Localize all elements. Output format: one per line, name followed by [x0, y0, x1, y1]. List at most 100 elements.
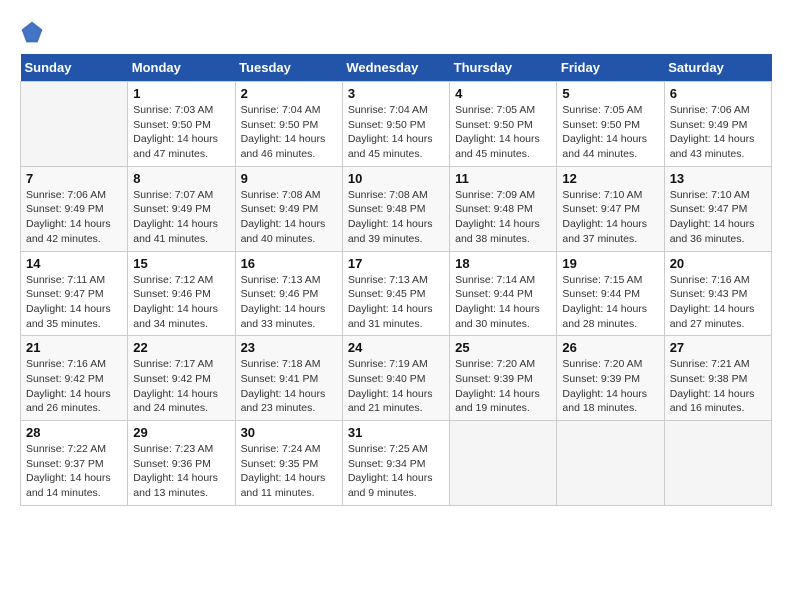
day-number: 1 [133, 86, 229, 101]
day-info: Sunrise: 7:11 AM Sunset: 9:47 PM Dayligh… [26, 273, 122, 332]
day-number: 20 [670, 256, 766, 271]
day-info: Sunrise: 7:21 AM Sunset: 9:38 PM Dayligh… [670, 357, 766, 416]
calendar-cell: 25Sunrise: 7:20 AM Sunset: 9:39 PM Dayli… [450, 336, 557, 421]
day-info: Sunrise: 7:04 AM Sunset: 9:50 PM Dayligh… [241, 103, 337, 162]
calendar-cell: 22Sunrise: 7:17 AM Sunset: 9:42 PM Dayli… [128, 336, 235, 421]
day-number: 13 [670, 171, 766, 186]
calendar-cell: 31 Sunrise: 7:25 AM Sunset: 9:34 PM Dayli… [342, 421, 449, 506]
day-info: Sunrise: 7:08 AM Sunset: 9:49 PM Dayligh… [241, 188, 337, 247]
week-row-2: 7 Sunrise: 7:06 AM Sunset: 9:49 PM Daylig… [21, 166, 772, 251]
calendar-cell: 1 Sunrise: 7:03 AM Sunset: 9:50 PM Daylig… [128, 82, 235, 167]
header-day-sunday: Sunday [21, 54, 128, 82]
day-number: 8 [133, 171, 229, 186]
calendar-cell: 30Sunrise: 7:24 AM Sunset: 9:35 PM Dayli… [235, 421, 342, 506]
calendar-cell: 10 Sunrise: 7:08 AM Sunset: 9:48 PM Dayli… [342, 166, 449, 251]
header-day-saturday: Saturday [664, 54, 771, 82]
day-info: Sunrise: 7:04 AM Sunset: 9:50 PM Dayligh… [348, 103, 444, 162]
calendar-cell: 17 Sunrise: 7:13 AM Sunset: 9:45 PM Dayli… [342, 251, 449, 336]
week-row-1: 1 Sunrise: 7:03 AM Sunset: 9:50 PM Daylig… [21, 82, 772, 167]
day-info: Sunrise: 7:19 AM Sunset: 9:40 PM Dayligh… [348, 357, 444, 416]
day-info: Sunrise: 7:14 AM Sunset: 9:44 PM Dayligh… [455, 273, 551, 332]
calendar-cell: 2 Sunrise: 7:04 AM Sunset: 9:50 PM Daylig… [235, 82, 342, 167]
header-day-friday: Friday [557, 54, 664, 82]
day-number: 10 [348, 171, 444, 186]
calendar-cell: 13 Sunrise: 7:10 AM Sunset: 9:47 PM Dayli… [664, 166, 771, 251]
day-info: Sunrise: 7:08 AM Sunset: 9:48 PM Dayligh… [348, 188, 444, 247]
calendar-cell: 27 Sunrise: 7:21 AM Sunset: 9:38 PM Dayli… [664, 336, 771, 421]
header-row: SundayMondayTuesdayWednesdayThursdayFrid… [21, 54, 772, 82]
calendar-cell: 18 Sunrise: 7:14 AM Sunset: 9:44 PM Dayli… [450, 251, 557, 336]
calendar-cell: 21Sunrise: 7:16 AM Sunset: 9:42 PM Dayli… [21, 336, 128, 421]
calendar-table: SundayMondayTuesdayWednesdayThursdayFrid… [20, 54, 772, 506]
calendar-cell: 24 Sunrise: 7:19 AM Sunset: 9:40 PM Dayli… [342, 336, 449, 421]
day-info: Sunrise: 7:13 AM Sunset: 9:45 PM Dayligh… [348, 273, 444, 332]
day-number: 11 [455, 171, 551, 186]
calendar-cell: 7 Sunrise: 7:06 AM Sunset: 9:49 PM Daylig… [21, 166, 128, 251]
calendar-header: SundayMondayTuesdayWednesdayThursdayFrid… [21, 54, 772, 82]
day-number: 31 [348, 425, 444, 440]
day-number: 18 [455, 256, 551, 271]
day-info: Sunrise: 7:05 AM Sunset: 9:50 PM Dayligh… [455, 103, 551, 162]
calendar-cell: 14Sunrise: 7:11 AM Sunset: 9:47 PM Dayli… [21, 251, 128, 336]
day-info: Sunrise: 7:16 AM Sunset: 9:42 PM Dayligh… [26, 357, 122, 416]
calendar-cell: 3 Sunrise: 7:04 AM Sunset: 9:50 PM Daylig… [342, 82, 449, 167]
calendar-cell [664, 421, 771, 506]
day-number: 4 [455, 86, 551, 101]
week-row-4: 21Sunrise: 7:16 AM Sunset: 9:42 PM Dayli… [21, 336, 772, 421]
day-info: Sunrise: 7:22 AM Sunset: 9:37 PM Dayligh… [26, 442, 122, 501]
calendar-cell: 12Sunrise: 7:10 AM Sunset: 9:47 PM Dayli… [557, 166, 664, 251]
day-number: 17 [348, 256, 444, 271]
day-number: 26 [562, 340, 658, 355]
calendar-cell: 19 Sunrise: 7:15 AM Sunset: 9:44 PM Dayli… [557, 251, 664, 336]
day-info: Sunrise: 7:16 AM Sunset: 9:43 PM Dayligh… [670, 273, 766, 332]
day-number: 16 [241, 256, 337, 271]
day-info: Sunrise: 7:07 AM Sunset: 9:49 PM Dayligh… [133, 188, 229, 247]
day-info: Sunrise: 7:10 AM Sunset: 9:47 PM Dayligh… [670, 188, 766, 247]
calendar-cell: 16 Sunrise: 7:13 AM Sunset: 9:46 PM Dayli… [235, 251, 342, 336]
day-number: 24 [348, 340, 444, 355]
day-number: 5 [562, 86, 658, 101]
day-number: 6 [670, 86, 766, 101]
calendar-cell: 9Sunrise: 7:08 AM Sunset: 9:49 PM Daylig… [235, 166, 342, 251]
day-number: 15 [133, 256, 229, 271]
day-info: Sunrise: 7:12 AM Sunset: 9:46 PM Dayligh… [133, 273, 229, 332]
day-number: 3 [348, 86, 444, 101]
day-info: Sunrise: 7:20 AM Sunset: 9:39 PM Dayligh… [455, 357, 551, 416]
day-info: Sunrise: 7:23 AM Sunset: 9:36 PM Dayligh… [133, 442, 229, 501]
calendar-cell: 28 Sunrise: 7:22 AM Sunset: 9:37 PM Dayli… [21, 421, 128, 506]
day-number: 30 [241, 425, 337, 440]
day-info: Sunrise: 7:25 AM Sunset: 9:34 PM Dayligh… [348, 442, 444, 501]
calendar-cell: 15 Sunrise: 7:12 AM Sunset: 9:46 PM Dayli… [128, 251, 235, 336]
calendar-body: 1 Sunrise: 7:03 AM Sunset: 9:50 PM Daylig… [21, 82, 772, 506]
day-number: 12 [562, 171, 658, 186]
day-info: Sunrise: 7:13 AM Sunset: 9:46 PM Dayligh… [241, 273, 337, 332]
header-day-thursday: Thursday [450, 54, 557, 82]
day-info: Sunrise: 7:06 AM Sunset: 9:49 PM Dayligh… [670, 103, 766, 162]
day-info: Sunrise: 7:09 AM Sunset: 9:48 PM Dayligh… [455, 188, 551, 247]
day-number: 19 [562, 256, 658, 271]
calendar-cell: 4 Sunrise: 7:05 AM Sunset: 9:50 PM Daylig… [450, 82, 557, 167]
day-info: Sunrise: 7:18 AM Sunset: 9:41 PM Dayligh… [241, 357, 337, 416]
week-row-5: 28 Sunrise: 7:22 AM Sunset: 9:37 PM Dayli… [21, 421, 772, 506]
calendar-cell: 6 Sunrise: 7:06 AM Sunset: 9:49 PM Daylig… [664, 82, 771, 167]
day-number: 2 [241, 86, 337, 101]
day-number: 28 [26, 425, 122, 440]
day-number: 23 [241, 340, 337, 355]
day-number: 27 [670, 340, 766, 355]
day-number: 22 [133, 340, 229, 355]
day-info: Sunrise: 7:03 AM Sunset: 9:50 PM Dayligh… [133, 103, 229, 162]
header-day-monday: Monday [128, 54, 235, 82]
calendar-cell: 8 Sunrise: 7:07 AM Sunset: 9:49 PM Daylig… [128, 166, 235, 251]
day-info: Sunrise: 7:06 AM Sunset: 9:49 PM Dayligh… [26, 188, 122, 247]
page-header [20, 20, 772, 44]
day-number: 29 [133, 425, 229, 440]
logo-icon [20, 20, 44, 44]
week-row-3: 14Sunrise: 7:11 AM Sunset: 9:47 PM Dayli… [21, 251, 772, 336]
calendar-cell: 23 Sunrise: 7:18 AM Sunset: 9:41 PM Dayli… [235, 336, 342, 421]
day-info: Sunrise: 7:15 AM Sunset: 9:44 PM Dayligh… [562, 273, 658, 332]
day-number: 7 [26, 171, 122, 186]
day-info: Sunrise: 7:20 AM Sunset: 9:39 PM Dayligh… [562, 357, 658, 416]
calendar-cell: 20 Sunrise: 7:16 AM Sunset: 9:43 PM Dayli… [664, 251, 771, 336]
calendar-cell: 26 Sunrise: 7:20 AM Sunset: 9:39 PM Dayli… [557, 336, 664, 421]
calendar-cell: 11 Sunrise: 7:09 AM Sunset: 9:48 PM Dayli… [450, 166, 557, 251]
